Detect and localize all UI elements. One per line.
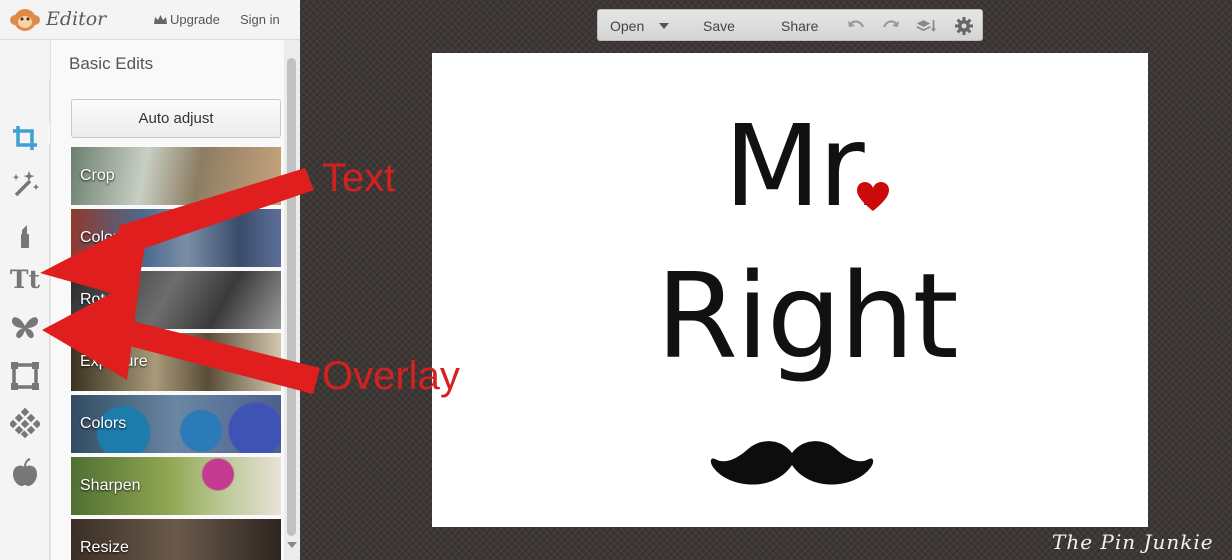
overlay-arrow xyxy=(42,278,320,394)
overlay-annotation: Overlay xyxy=(322,354,460,398)
annotation-arrows xyxy=(40,168,320,394)
text-arrow xyxy=(40,168,314,300)
text-annotation: Text xyxy=(322,156,396,200)
watermark-text: The Pin Junkie xyxy=(1052,530,1214,554)
